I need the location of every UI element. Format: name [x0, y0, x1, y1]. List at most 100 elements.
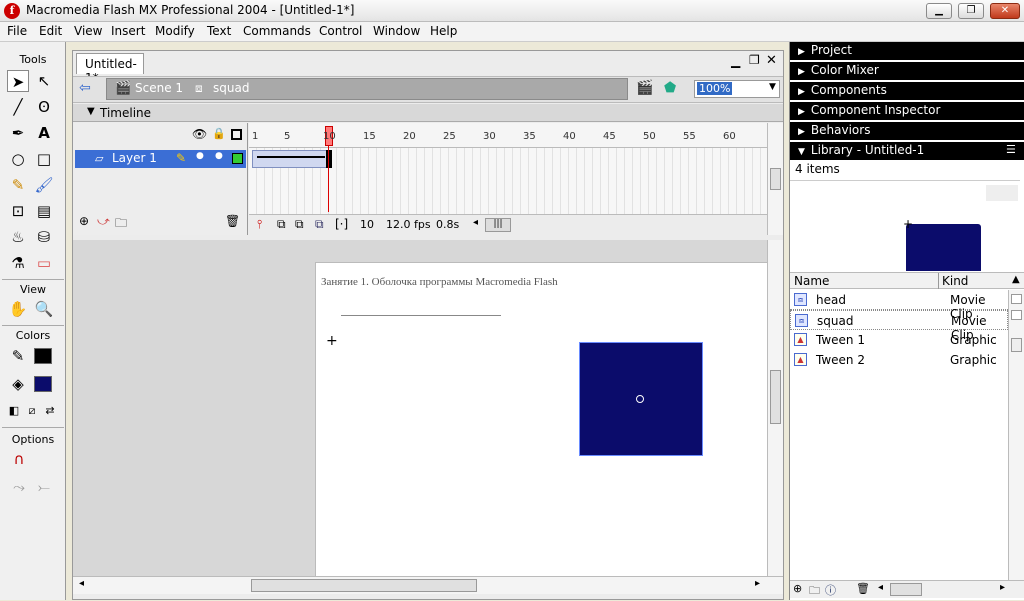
doc-minimize-button[interactable]: ▁ [731, 54, 740, 68]
menu-file[interactable]: File [7, 24, 27, 38]
library-vscroll-button[interactable] [1011, 294, 1022, 304]
menu-view[interactable]: View [74, 24, 102, 38]
stage-hscroll[interactable]: ◂ ▸ [73, 576, 783, 594]
new-symbol-icon[interactable]: ⊕ [793, 582, 802, 595]
minimize-button[interactable]: ▁ [926, 3, 952, 19]
stroke-color-swatch[interactable] [34, 348, 52, 364]
squad-square[interactable] [579, 342, 703, 456]
smooth-icon[interactable]: ⤳ [8, 476, 30, 498]
arrow-tool-icon[interactable]: ➤ [7, 70, 29, 92]
panel-options-icon[interactable]: ☰ [1006, 143, 1016, 156]
new-folder-icon[interactable]: 🗀 [809, 582, 820, 601]
menu-window[interactable]: Window [373, 24, 420, 38]
menu-modify[interactable]: Modify [155, 24, 195, 38]
panel-components[interactable]: ▶ Components [790, 82, 1024, 100]
library-vscroll-thumb[interactable] [1011, 338, 1022, 352]
eye-icon[interactable]: 👁 [192, 127, 207, 141]
straighten-icon[interactable]: ⤚ [33, 476, 55, 498]
add-layer-icon[interactable]: ⊕ [79, 214, 89, 228]
timeline-hscroll-thumb[interactable]: ||| [485, 218, 511, 232]
edit-scene-icon[interactable]: 🎬 [636, 80, 653, 96]
menu-text[interactable]: Text [207, 24, 231, 38]
add-guide-layer-icon[interactable]: ⤻ [97, 214, 110, 229]
menu-control[interactable]: Control [319, 24, 362, 38]
ink-bottle-tool-icon[interactable]: ♨ [7, 226, 29, 248]
edit-symbol-icon[interactable]: ⬟ [664, 80, 676, 96]
panel-project[interactable]: ▶ Project [790, 42, 1024, 60]
add-folder-icon[interactable]: 🗀 [115, 214, 127, 235]
lock-dot[interactable]: ● [215, 151, 223, 161]
onion-outline-icon[interactable]: ⧉ [295, 217, 304, 232]
center-frame-icon[interactable]: ⫯ [257, 217, 262, 232]
fill-transform-tool-icon[interactable]: ▤ [33, 200, 55, 222]
library-hscroll-thumb[interactable] [890, 583, 922, 596]
timeline-vscroll[interactable] [767, 123, 783, 235]
fill-color-swatch[interactable] [34, 376, 52, 392]
tween-span[interactable] [252, 150, 327, 168]
doc-restore-button[interactable]: ❐ [749, 53, 760, 67]
stage-vscroll-thumb[interactable] [770, 370, 781, 424]
visibility-dot[interactable]: ● [196, 151, 204, 161]
library-item[interactable]: ⧈ squad Movie Clip [790, 310, 1008, 342]
lasso-tool-icon[interactable]: ʘ [33, 96, 55, 118]
scroll-left-icon[interactable]: ◂ [79, 578, 84, 589]
onion-skin-icon[interactable]: ⧉ [277, 217, 286, 232]
pencil-tool-icon[interactable]: ✎ [7, 174, 29, 196]
panel-component-inspector[interactable]: ▶ Component Inspector [790, 102, 1024, 120]
symbol-label[interactable]: squad [213, 81, 249, 95]
stage-hscroll-thumb[interactable] [251, 579, 477, 592]
lock-icon[interactable]: 🔒 [212, 127, 226, 140]
free-transform-tool-icon[interactable]: ⊡ [7, 200, 29, 222]
scroll-left-icon[interactable]: ◂ [473, 217, 478, 228]
library-vscroll-button[interactable] [1011, 310, 1022, 320]
column-kind[interactable]: Kind [942, 274, 968, 288]
menu-help[interactable]: Help [430, 24, 457, 38]
stage-vscroll[interactable] [767, 240, 783, 576]
column-divider[interactable] [938, 273, 939, 289]
library-vscroll[interactable] [1008, 290, 1024, 580]
zoom-select[interactable]: 100% ▼ [694, 80, 780, 98]
edit-multiple-frames-icon[interactable]: ⧉ [315, 217, 324, 232]
scroll-right-icon[interactable]: ▸ [1000, 582, 1005, 593]
brush-tool-icon[interactable]: 🖌 [33, 174, 55, 196]
doc-close-button[interactable]: ✕ [766, 53, 777, 68]
back-arrow-icon[interactable]: ⇦ [79, 80, 99, 98]
menu-edit[interactable]: Edit [39, 24, 62, 38]
restore-button[interactable]: ❐ [958, 3, 984, 19]
panel-behaviors[interactable]: ▶ Behaviors [790, 122, 1024, 140]
library-item[interactable]: ▲ Tween 1 Graphic [790, 330, 1008, 350]
column-name[interactable]: Name [794, 274, 829, 288]
delete-icon[interactable]: 🗑 [856, 582, 870, 595]
subselect-tool-icon[interactable]: ↖ [33, 70, 55, 92]
keyframe[interactable] [326, 150, 332, 168]
pen-tool-icon[interactable]: ✒ [7, 122, 29, 144]
layer-row[interactable]: ▱ Layer 1 ✎ ● ● [75, 150, 246, 168]
menu-commands[interactable]: Commands [243, 24, 311, 38]
eyedropper-tool-icon[interactable]: ⚗ [7, 252, 29, 274]
paint-bucket-tool-icon[interactable]: ⛁ [33, 226, 55, 248]
preview-play-controls[interactable] [986, 185, 1018, 201]
library-item[interactable]: ▲ Tween 2 Graphic [790, 350, 1008, 370]
zoom-tool-icon[interactable]: 🔍 [33, 298, 55, 320]
panel-color-mixer[interactable]: ▶ Color Mixer [790, 62, 1024, 80]
sort-arrow-icon[interactable]: ▲ [1012, 274, 1020, 285]
magnet-icon[interactable]: ∩ [8, 448, 30, 470]
library-item[interactable]: ⧈ head Movie Clip [790, 290, 1008, 321]
modify-markers-icon[interactable]: [⋅] [335, 217, 348, 231]
delete-layer-icon[interactable]: 🗑 [225, 214, 240, 228]
eraser-tool-icon[interactable]: ▭ [33, 252, 55, 274]
rectangle-tool-icon[interactable]: □ [33, 148, 55, 170]
hand-tool-icon[interactable]: ✋ [7, 298, 29, 320]
panel-library[interactable]: ▼ Library - Untitled-1 ☰ [790, 142, 1024, 160]
text-tool-icon[interactable]: A [33, 122, 55, 144]
timeline-header[interactable]: ▼ Timeline [73, 104, 783, 122]
scroll-right-icon[interactable]: ▸ [755, 578, 760, 589]
properties-icon[interactable]: ⓘ [825, 582, 836, 598]
timeline-vscroll-thumb[interactable] [770, 168, 781, 190]
swap-colors-icon[interactable]: ⇄ [39, 400, 61, 422]
outline-color-swatch[interactable] [232, 153, 243, 164]
line-tool-icon[interactable]: ╱ [7, 96, 29, 118]
scroll-left-icon[interactable]: ◂ [878, 582, 883, 593]
outline-icon[interactable] [231, 129, 242, 140]
close-button[interactable]: ✕ [990, 3, 1020, 19]
